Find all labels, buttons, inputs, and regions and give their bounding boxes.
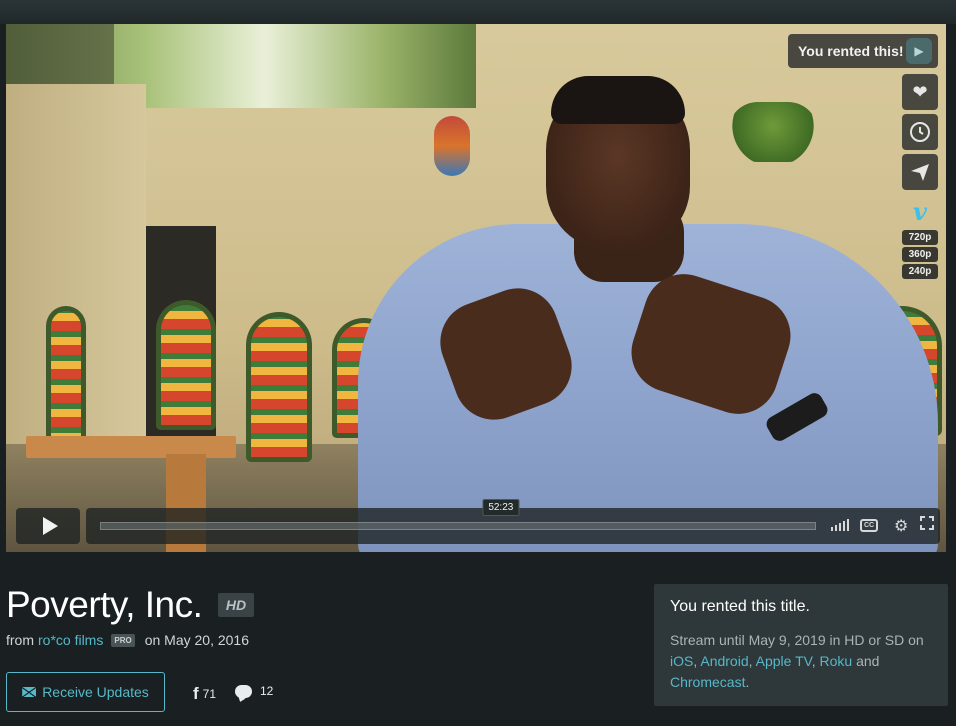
play-button[interactable] (16, 508, 80, 544)
rented-badge[interactable]: You rented this! ▶ (788, 34, 938, 68)
rental-and: and (856, 653, 880, 669)
play-icon (42, 517, 58, 535)
like-button[interactable]: ❤ (902, 74, 938, 110)
hd-badge: HD (218, 593, 254, 617)
comment-count: 12 (260, 684, 274, 698)
timestamp-tooltip: 52:23 (482, 499, 520, 516)
volume-icon[interactable] (831, 519, 849, 531)
share-button[interactable] (902, 154, 938, 190)
receive-updates-label: Receive Updates (42, 684, 149, 700)
comment-bubble-icon (235, 684, 252, 698)
video-player[interactable]: You rented this! ▶ ❤ v 720p 360p 240p 52… (6, 24, 946, 552)
gear-icon[interactable]: ⚙ (894, 516, 908, 536)
heart-icon: ❤ (912, 81, 928, 102)
upload-date: on May 20, 2016 (144, 632, 249, 648)
resolution-720p[interactable]: 720p (902, 230, 938, 245)
control-bar: 52:23 CC ⚙ (86, 499, 940, 544)
progress-track[interactable]: 52:23 (100, 499, 816, 530)
facebook-share[interactable]: f 71 (193, 684, 216, 704)
envelope-icon (22, 687, 37, 697)
comments-link[interactable]: 12 (235, 684, 273, 698)
video-scene-person-hair (551, 76, 685, 124)
platform-apple-tv[interactable]: Apple TV (756, 653, 812, 669)
watch-later-button[interactable] (902, 114, 938, 150)
paper-plane-icon (911, 164, 929, 181)
video-scene-parrot (434, 116, 470, 176)
resolution-240p[interactable]: 240p (902, 264, 938, 279)
video-scene-chair (246, 312, 312, 462)
facebook-count: 71 (202, 687, 217, 701)
platform-roku[interactable]: Roku (819, 653, 852, 669)
rental-heading: You rented this title. (670, 598, 810, 615)
byline-from: from (6, 632, 34, 648)
rental-details: Stream until May 9, 2019 in HD or SD on … (670, 632, 924, 690)
video-title: Poverty, Inc. (6, 584, 203, 625)
platform-chromecast[interactable]: Chromecast (670, 674, 745, 690)
play-hex-icon: ▶ (906, 38, 932, 64)
byline: from ro*co films PRO on May 20, 2016 (6, 632, 249, 648)
player-controls: 52:23 CC ⚙ (16, 499, 940, 544)
top-strip (0, 0, 956, 24)
cc-icon[interactable]: CC (860, 519, 878, 532)
rental-line: Stream until May 9, 2019 in HD or SD on (670, 632, 924, 648)
vimeo-logo-icon[interactable]: v (906, 200, 934, 224)
resolution-360p[interactable]: 360p (902, 247, 938, 262)
video-scene-chair (156, 300, 216, 430)
rental-info-card: You rented this title. Stream until May … (654, 584, 948, 706)
platform-android[interactable]: Android (700, 653, 748, 669)
rental-period: . (745, 674, 750, 690)
platform-ios[interactable]: iOS (670, 653, 693, 669)
fullscreen-icon[interactable] (920, 516, 934, 533)
author-link[interactable]: ro*co films (38, 632, 103, 648)
rented-badge-label: You rented this! (798, 43, 904, 59)
pro-badge: PRO (111, 633, 135, 647)
video-scene-chair (46, 306, 86, 456)
receive-updates-button[interactable]: Receive Updates (6, 672, 165, 712)
video-scene-plant (728, 102, 818, 162)
clock-icon (910, 122, 930, 142)
facebook-icon: f (193, 684, 199, 703)
